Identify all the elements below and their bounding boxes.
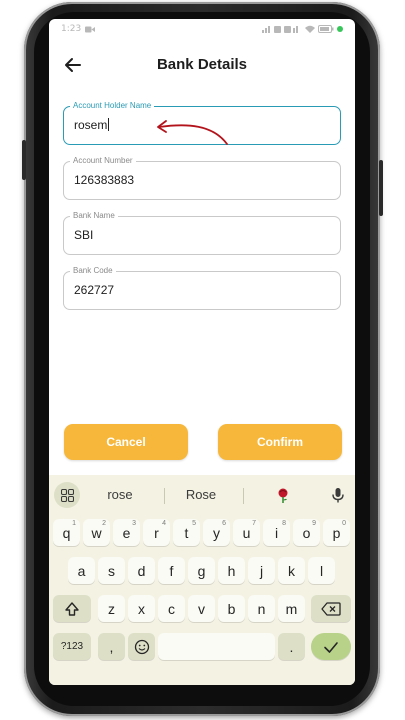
- key-g[interactable]: g: [188, 557, 215, 584]
- checkmark-icon: [324, 641, 338, 653]
- status-time: 1:23: [61, 24, 82, 34]
- annotation-arrow-icon: [157, 120, 228, 145]
- status-bar: 1:23: [49, 19, 355, 39]
- bank-code-value[interactable]: 262727: [74, 283, 114, 297]
- key-c[interactable]: c: [158, 595, 185, 622]
- key-q[interactable]: q1: [53, 519, 80, 546]
- space-bar[interactable]: [158, 633, 275, 660]
- signal-icon: [262, 26, 298, 33]
- key-d[interactable]: d: [128, 557, 155, 584]
- app-bar: Bank Details: [49, 47, 355, 83]
- key-h[interactable]: h: [218, 557, 245, 584]
- account-number-value[interactable]: 126383883: [74, 173, 134, 187]
- emoji-smiley-icon: [134, 639, 149, 654]
- bank-code-field[interactable]: Bank Code 262727: [63, 266, 341, 310]
- rose-emoji-icon[interactable]: [275, 487, 291, 503]
- microphone-icon[interactable]: [329, 486, 347, 504]
- key-a[interactable]: a: [68, 557, 95, 584]
- key-e[interactable]: e3: [113, 519, 140, 546]
- wifi-icon: [305, 25, 315, 33]
- key-w[interactable]: w2: [83, 519, 110, 546]
- confirm-button[interactable]: Confirm: [218, 424, 342, 460]
- video-icon: [85, 26, 96, 32]
- privacy-dot-icon: [337, 26, 343, 32]
- status-icons: [262, 25, 343, 33]
- emoji-key[interactable]: [128, 633, 155, 660]
- suggestion-divider: [164, 488, 165, 504]
- shift-icon: [65, 601, 79, 616]
- cancel-button[interactable]: Cancel: [64, 424, 188, 460]
- suggestion-rose-lower[interactable]: rose: [95, 487, 145, 502]
- phone-screen: 1:23 Bank Details Account Holder Name ro…: [49, 19, 355, 685]
- key-s[interactable]: s: [98, 557, 125, 584]
- page-title: Bank Details: [156, 56, 248, 73]
- soft-keyboard: rose Rose q1 w2 e3 r4 t5 y6 u7 i8 o9 p 0…: [49, 475, 355, 685]
- account-number-label: Account Number: [70, 156, 136, 166]
- period-key[interactable]: .: [278, 633, 305, 660]
- text-caret: [108, 118, 110, 131]
- backspace-icon: [321, 601, 341, 616]
- key-u[interactable]: u7: [233, 519, 260, 546]
- key-y[interactable]: y6: [203, 519, 230, 546]
- account-number-field[interactable]: Account Number 126383883: [63, 156, 341, 200]
- key-o[interactable]: o9: [293, 519, 320, 546]
- key-t[interactable]: t5: [173, 519, 200, 546]
- key-v[interactable]: v: [188, 595, 215, 622]
- key-j[interactable]: j: [248, 557, 275, 584]
- key-p[interactable]: p0: [323, 519, 350, 546]
- key-n[interactable]: n: [248, 595, 275, 622]
- key-b[interactable]: b: [218, 595, 245, 622]
- bank-name-value[interactable]: SBI: [74, 228, 93, 242]
- key-l[interactable]: l: [308, 557, 335, 584]
- key-f[interactable]: f: [158, 557, 185, 584]
- suggestion-strip: rose Rose: [49, 481, 355, 509]
- key-i[interactable]: i8: [263, 519, 290, 546]
- keyboard-menu-grid-icon[interactable]: [54, 482, 80, 508]
- backspace-key[interactable]: [311, 595, 351, 622]
- bank-code-label: Bank Code: [70, 266, 116, 276]
- bank-name-field[interactable]: Bank Name SBI: [63, 211, 341, 255]
- battery-icon: [318, 25, 334, 33]
- key-z[interactable]: z: [98, 595, 125, 622]
- comma-key[interactable]: ,: [98, 633, 125, 660]
- symbols-key[interactable]: ?123: [53, 633, 91, 660]
- bank-name-label: Bank Name: [70, 211, 118, 221]
- account-holder-name-label: Account Holder Name: [70, 101, 155, 111]
- account-holder-name-value[interactable]: rosem: [74, 118, 110, 132]
- key-k[interactable]: k: [278, 557, 305, 584]
- key-r[interactable]: r4: [143, 519, 170, 546]
- suggestion-rose-capital[interactable]: Rose: [176, 487, 226, 502]
- key-m[interactable]: m: [278, 595, 305, 622]
- shift-key[interactable]: [53, 595, 91, 622]
- enter-key[interactable]: [311, 633, 351, 660]
- suggestion-divider: [243, 488, 244, 504]
- volume-button: [22, 140, 26, 180]
- power-button: [379, 160, 383, 216]
- key-x[interactable]: x: [128, 595, 155, 622]
